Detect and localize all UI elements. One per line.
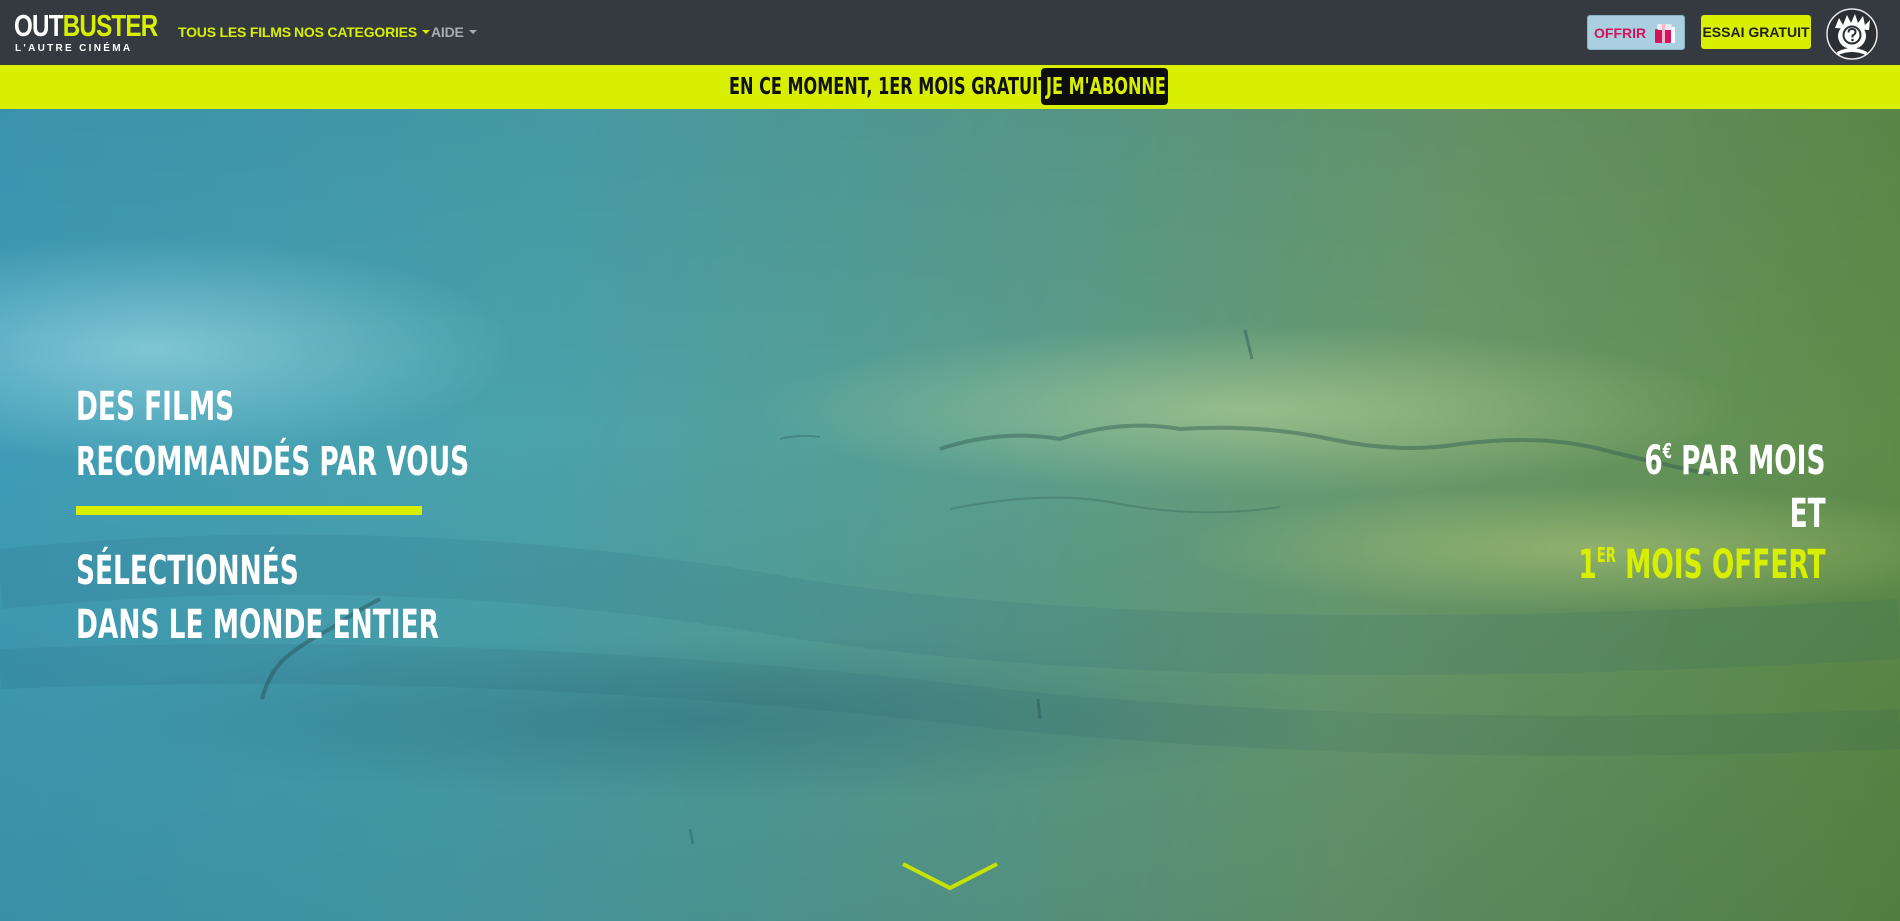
nav-categories-label: NOS CATEGORIES [294,24,417,40]
hero-headline-line-4: DANS LE MONDE ENTIER [76,602,439,648]
promo-banner: EN CE MOMENT, 1ER MOIS GRATUIT JE M'ABON… [0,65,1900,109]
nav-all-films[interactable]: TOUS LES FILMS [178,23,291,41]
user-avatar[interactable] [1826,8,1878,60]
hero-background-image [0,329,1900,845]
hero-headline-line-1: DES FILMS [76,384,235,430]
price-amount: 6 [1644,438,1664,484]
free-trial-button[interactable]: ESSAI GRATUIT [1701,15,1811,49]
chevron-down-icon[interactable] [900,860,1000,892]
price-connector: ET [1789,491,1826,537]
gift-offer-label: OFFRIR [1594,25,1647,41]
top-navbar: OUTBUSTER L'AUTRE CINÉMA TOUS LES FILMS … [0,0,1900,65]
free-month-line: 1ER MOIS OFFERT [1579,543,1826,587]
promo-text: EN CE MOMENT, 1ER MOIS GRATUIT [729,74,1050,100]
price-suffix: PAR MOIS [1672,438,1826,484]
user-avatar-icon [1826,8,1878,60]
nav-all-films-label: TOUS LES FILMS [178,24,291,40]
caret-down-icon [468,30,477,34]
subscribe-button[interactable]: JE M'ABONNE [1041,68,1168,105]
free-month-ordinal: ER [1597,543,1617,567]
price-line: 6€ PAR MOIS [1645,439,1826,483]
subscribe-label: JE M'ABONNE [1046,74,1166,100]
logo-tagline: L'AUTRE CINÉMA [15,43,133,54]
free-month-number: 1 [1578,542,1598,588]
nav-help-label: AIDE [431,24,464,40]
logo-wordmark: OUTBUSTER [14,8,159,43]
gift-icon [1655,24,1675,43]
gift-offer-button[interactable]: OFFRIR [1587,15,1685,50]
hero-divider [76,506,422,515]
site-logo[interactable]: OUTBUSTER L'AUTRE CINÉMA [14,8,159,55]
nav-help-dropdown[interactable]: AIDE [431,23,477,41]
logo-out: OUT [14,8,63,43]
hero-section: DES FILMS RECOMMANDÉS PAR VOUS SÉLECTION… [0,109,1900,921]
hero-headline-line-2: RECOMMANDÉS PAR VOUS [76,439,470,485]
free-month-text: MOIS OFFERT [1616,542,1826,588]
hero-headline-line-3: SÉLECTIONNÉS [76,548,299,594]
logo-buster: BUSTER [62,8,159,43]
free-trial-label: ESSAI GRATUIT [1702,24,1810,40]
caret-down-icon [421,30,430,34]
nav-categories-dropdown[interactable]: NOS CATEGORIES [294,23,430,41]
